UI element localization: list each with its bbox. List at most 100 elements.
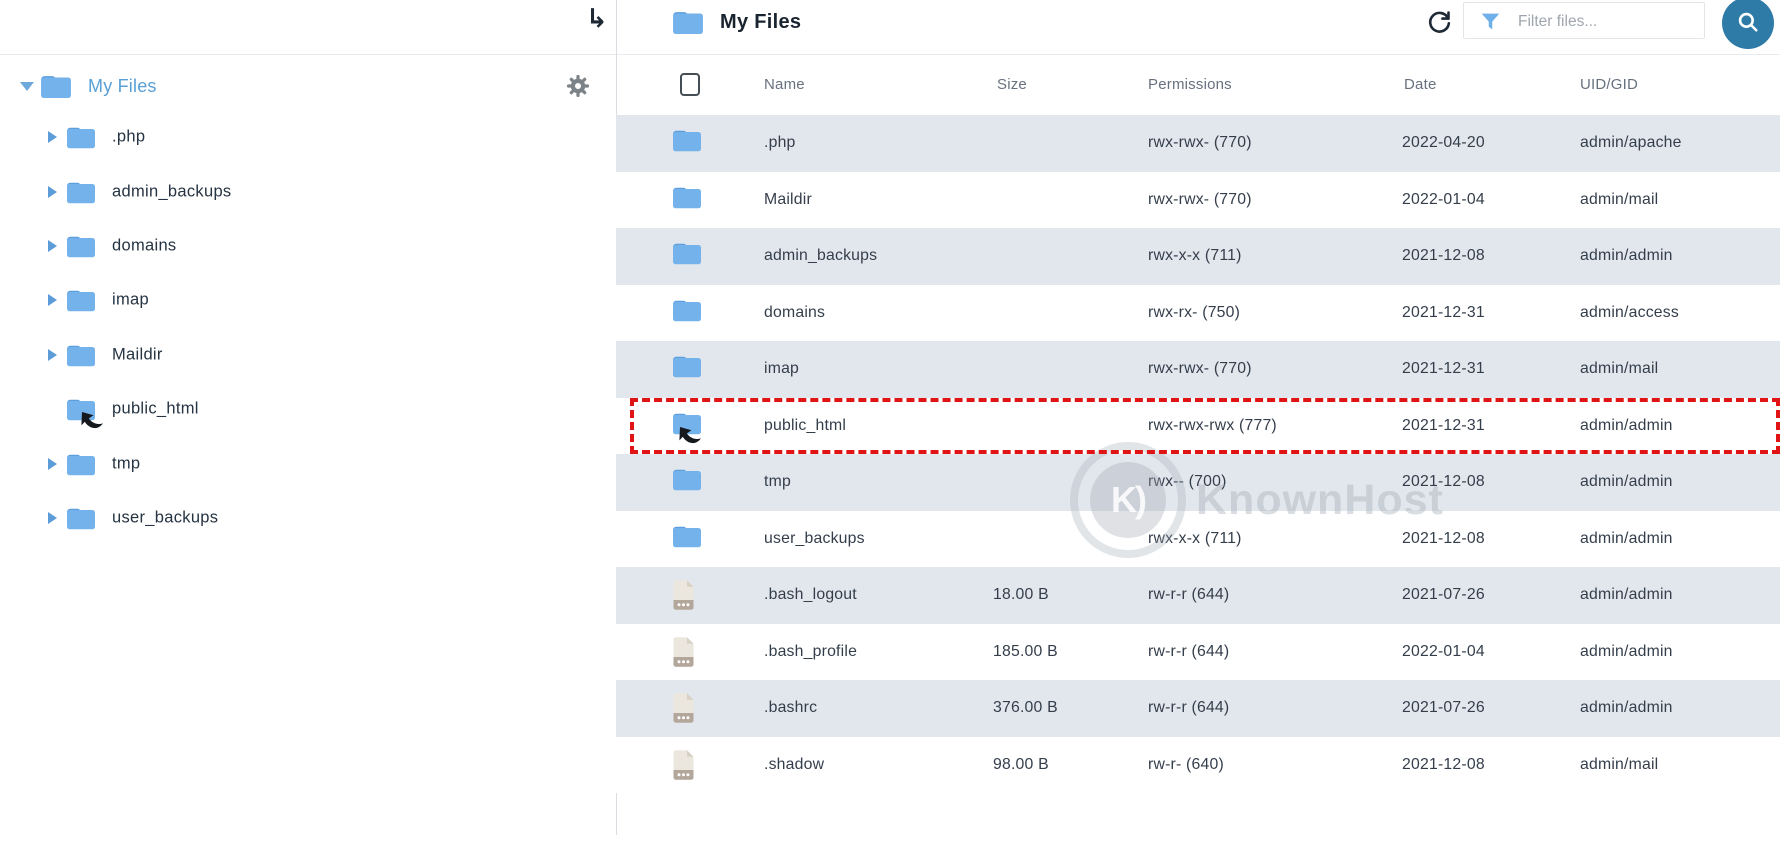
table-row--bash-logout[interactable]: .bash_logout 18.00 B rw-r-r (644) 2021-07-2… (616, 567, 1780, 624)
column-header-name[interactable]: Name (764, 55, 805, 115)
column-header-size[interactable]: Size (997, 55, 1027, 115)
sidebar-item-label[interactable]: user_backups (112, 508, 218, 527)
sidebar-item-domains[interactable]: domains (0, 219, 616, 273)
sidebar-item-label[interactable]: imap (112, 291, 149, 310)
cell-name[interactable]: user_backups (764, 530, 865, 548)
filter-funnel-icon (1480, 11, 1501, 37)
filter-box (1463, 2, 1705, 40)
cell-name[interactable]: .bash_profile (764, 643, 857, 661)
sidebar-item-public-html[interactable]: public_html (0, 382, 616, 436)
table-row--bash-profile[interactable]: .bash_profile 185.00 B rw-r-r (644) 2022-01… (616, 623, 1780, 680)
refresh-icon[interactable] (1426, 8, 1454, 36)
cell-permissions: rwx-rwx-rwx (777) (1148, 416, 1277, 434)
table-row--shadow[interactable]: .shadow 98.00 B rw-r- (640) 2021-12-08 admin… (616, 736, 1780, 793)
sidebar-root-my-files[interactable]: My Files (0, 64, 616, 108)
folder-tree: .php admin_backups domains imap Maildir … (0, 110, 616, 545)
sidebar-item-label[interactable]: admin_backups (112, 182, 231, 201)
mouse-cursor-icon (678, 424, 704, 452)
cell-name[interactable]: .php (764, 134, 796, 152)
cell-uidgid: admin/admin (1580, 586, 1673, 604)
column-header-permissions[interactable]: Permissions (1148, 55, 1232, 115)
sidebar-item-imap[interactable]: imap (0, 273, 616, 327)
search-icon (1735, 9, 1761, 38)
folder-icon (40, 73, 72, 104)
file-table-body: .php rwx-rwx- (770) 2022-04-20 admin/apache… (616, 115, 1780, 793)
caret-right-icon[interactable] (48, 348, 57, 361)
select-all-checkbox[interactable] (680, 73, 700, 96)
caret-right-icon[interactable] (48, 131, 57, 144)
table-row--php[interactable]: .php rwx-rwx- (770) 2022-04-20 admin/apache (616, 115, 1780, 172)
folder-icon (672, 9, 704, 40)
cell-permissions: rw-r-r (644) (1148, 642, 1230, 660)
sidebar-item-user-backups[interactable]: user_backups (0, 491, 616, 545)
file-icon (672, 750, 702, 780)
sidebar-item-admin-backups[interactable]: admin_backups (0, 164, 616, 218)
page-title: My Files (720, 11, 802, 33)
sidebar-item-maildir[interactable]: Maildir (0, 328, 616, 382)
column-header-date[interactable]: Date (1404, 55, 1437, 115)
folder-icon (672, 185, 702, 215)
column-header-uidgid[interactable]: UID/GID (1580, 55, 1638, 115)
cell-date: 2022-01-04 (1402, 642, 1485, 660)
cell-uidgid: admin/admin (1580, 642, 1673, 660)
caret-down-icon[interactable] (20, 82, 34, 91)
cell-uidgid: admin/admin (1580, 529, 1673, 547)
table-row--bashrc[interactable]: .bashrc 376.00 B rw-r-r (644) 2021-07-26 adm… (616, 680, 1780, 737)
sidebar-item-label[interactable]: domains (112, 236, 176, 255)
cell-date: 2021-12-08 (1402, 247, 1485, 265)
cell-name[interactable]: admin_backups (764, 247, 877, 265)
sidebar-item-label[interactable]: tmp (112, 454, 140, 473)
table-row-admin-backups[interactable]: admin_backups rwx-x-x (711) 2021-12-08 admi… (616, 228, 1780, 285)
caret-right-icon[interactable] (48, 185, 57, 198)
cell-uidgid: admin/apache (1580, 134, 1682, 152)
cell-permissions: rw-r-r (644) (1148, 586, 1230, 604)
sidebar-item--php[interactable]: .php (0, 110, 616, 164)
filter-input[interactable] (1516, 3, 1700, 40)
sidebar-item-label[interactable]: public_html (112, 400, 199, 419)
cell-permissions: rwx-x-x (711) (1148, 529, 1242, 547)
cell-name[interactable]: .bash_logout (764, 586, 857, 604)
table-row-maildir[interactable]: Maildir rwx-rwx- (770) 2022-01-04 admin/mai… (616, 171, 1780, 228)
cell-date: 2021-12-31 (1402, 416, 1485, 434)
cell-name[interactable]: .shadow (764, 756, 824, 774)
cell-uidgid: admin/access (1580, 303, 1679, 321)
table-row-imap[interactable]: imap rwx-rwx- (770) 2021-12-31 admin/mail (616, 341, 1780, 398)
folder-icon (66, 506, 96, 535)
cell-name[interactable]: .bashrc (764, 699, 817, 717)
folder-icon (672, 298, 702, 328)
sidebar-root-label[interactable]: My Files (88, 64, 157, 108)
table-row-domains[interactable]: domains rwx-rx- (750) 2021-12-31 admin/acce… (616, 284, 1780, 341)
cell-uidgid: admin/mail (1580, 360, 1659, 378)
gear-icon[interactable] (566, 74, 590, 98)
file-icon (672, 637, 702, 667)
cell-size: 18.00 B (993, 586, 1049, 604)
caret-right-icon[interactable] (48, 239, 57, 252)
folder-icon (672, 241, 702, 271)
sidebar-item-label[interactable]: .php (112, 128, 145, 147)
cell-permissions: rw-r-r (644) (1148, 699, 1230, 717)
folder-icon (672, 128, 702, 158)
file-manager-main: My Files Name Size Permissions Date UID/… (616, 0, 1780, 859)
sidebar: ↳ My Files .php admin_backups domains im… (0, 0, 616, 859)
cell-date: 2021-07-26 (1402, 586, 1485, 604)
cell-date: 2021-12-08 (1402, 529, 1485, 547)
cell-name[interactable]: imap (764, 360, 799, 378)
folder-icon (66, 288, 96, 317)
table-row-tmp[interactable]: tmp rwx-- (700) 2021-12-08 admin/admin (616, 454, 1780, 511)
caret-right-icon[interactable] (48, 294, 57, 307)
caret-right-icon[interactable] (48, 457, 57, 470)
search-button[interactable] (1722, 0, 1774, 49)
cell-name[interactable]: public_html (764, 417, 846, 435)
cell-name[interactable]: domains (764, 304, 825, 322)
table-row-user-backups[interactable]: user_backups rwx-x-x (711) 2021-12-08 admin… (616, 510, 1780, 567)
cell-date: 2022-04-20 (1402, 134, 1485, 152)
goto-path-icon[interactable]: ↳ (586, 6, 608, 32)
sidebar-item-label[interactable]: Maildir (112, 345, 163, 364)
sidebar-item-tmp[interactable]: tmp (0, 436, 616, 490)
table-row-public-html[interactable]: public_html rwx-rwx-rwx (777) 2021-12-31 ad… (616, 397, 1780, 454)
folder-icon (66, 343, 96, 372)
cell-date: 2021-12-31 (1402, 303, 1485, 321)
caret-right-icon[interactable] (48, 511, 57, 524)
cell-name[interactable]: tmp (764, 473, 791, 491)
cell-name[interactable]: Maildir (764, 191, 812, 209)
